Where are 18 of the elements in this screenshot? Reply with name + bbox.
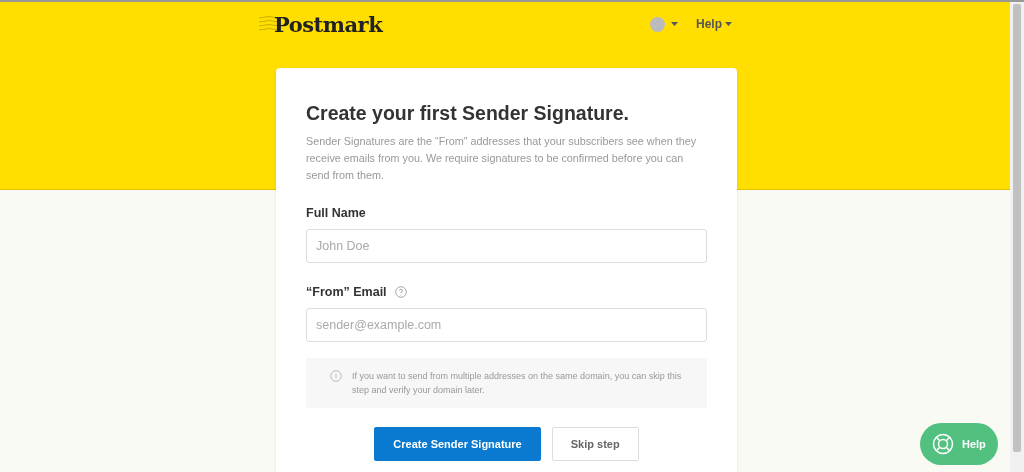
scrollbar[interactable]: [1010, 2, 1024, 472]
input-field[interactable]: sender@example.com: [306, 308, 707, 342]
logo[interactable]: Postmark: [274, 11, 383, 37]
caret-icon: [725, 22, 732, 26]
help-menu[interactable]: Help: [696, 17, 732, 31]
create-button[interactable]: Create Sender Signature: [374, 427, 541, 461]
lifebuoy-icon: [932, 433, 954, 455]
field-label: “From” Email: [306, 285, 387, 299]
info-icon: [330, 370, 342, 382]
caret-icon: [671, 22, 678, 26]
info-text: If you want to send from multiple addresses on the same domain, you can skip this step and verify your domain later.: [352, 370, 683, 397]
input-field[interactable]: John Doe: [306, 229, 707, 263]
card-title: Create your first Sender Signature.: [306, 102, 630, 125]
card-description: Sender Signatures are the “From” addresses that your subscribers see when they receive emails from you. We require signatures to be confirmed before you can send from them.: [306, 134, 698, 183]
help-icon[interactable]: [394, 286, 407, 298]
skip-button[interactable]: Skip step: [551, 427, 639, 461]
field-label: Full Name: [306, 206, 366, 220]
avatar-icon[interactable]: [650, 16, 665, 32]
